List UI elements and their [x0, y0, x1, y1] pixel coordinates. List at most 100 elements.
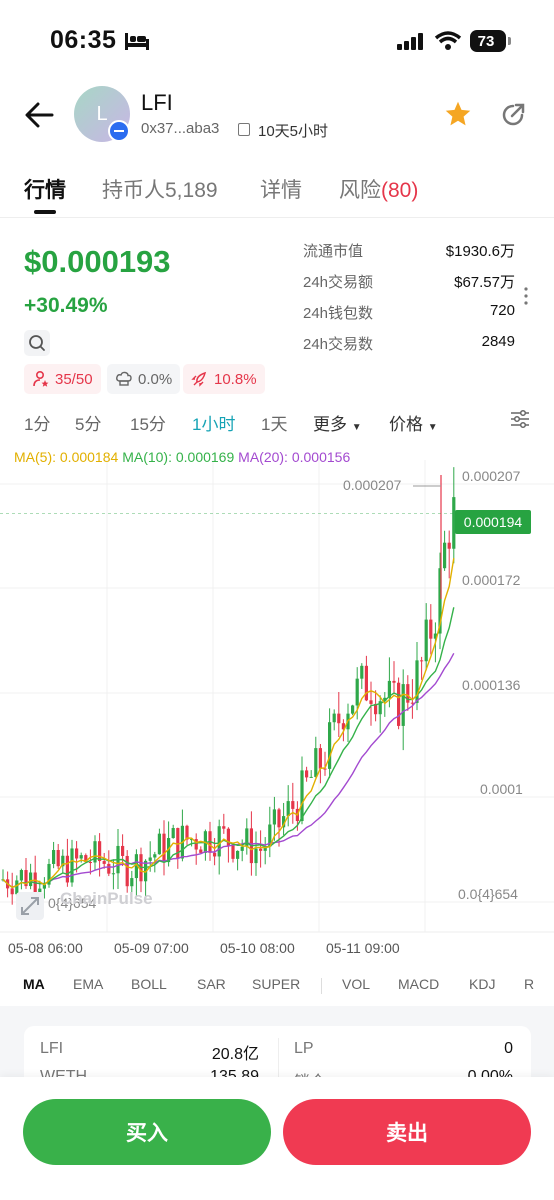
candle-body — [29, 872, 33, 887]
candle-body — [52, 850, 56, 864]
candle-body — [236, 850, 240, 859]
price-mode-dropdown[interactable]: 价格 ▼ — [389, 410, 438, 435]
chevron-down-icon: ▼ — [427, 422, 438, 433]
pool-token-label: LFI — [40, 1040, 64, 1057]
candle-body — [70, 848, 74, 883]
candle-body — [401, 684, 405, 726]
candle-body — [75, 848, 79, 859]
y-axis-label: 0.000172 — [462, 572, 521, 588]
candle-body — [291, 801, 295, 809]
interval-1d[interactable]: 1天 — [261, 410, 287, 435]
candle-body — [217, 826, 221, 857]
indicator-super[interactable]: SUPER — [252, 976, 300, 992]
pool-lp-label: LP — [294, 1040, 314, 1057]
stat-value: 720 — [489, 302, 515, 319]
interval-15m[interactable]: 15分 — [130, 410, 166, 435]
candle-body — [360, 665, 364, 679]
more-options-icon[interactable] — [524, 287, 528, 305]
dev-chip-value: 0.0% — [138, 370, 173, 388]
indicator-ema[interactable]: EMA — [73, 976, 103, 992]
x-axis-label: 05-08 06:00 — [8, 940, 83, 956]
x-axis-label: 05-09 07:00 — [114, 940, 189, 956]
sell-button[interactable]: 卖出 — [283, 1099, 531, 1165]
indicator-vol[interactable]: VOL — [342, 976, 370, 992]
status-time: 06:35 — [50, 26, 117, 54]
candle-body — [309, 776, 313, 778]
ma10-value: MA(10): 0.000169 — [122, 449, 235, 465]
pool-token-value: 20.8亿 — [211, 1046, 259, 1063]
candle-body — [259, 848, 263, 851]
candle-body — [392, 680, 396, 683]
candle-body — [199, 849, 203, 853]
x-axis-label: 05-10 08:00 — [220, 940, 295, 956]
candle-body — [300, 770, 304, 822]
max-price-label: 0.000207 — [343, 477, 402, 493]
candle-body — [318, 748, 322, 769]
candle-body — [420, 660, 424, 662]
favorite-star-icon[interactable] — [444, 100, 472, 128]
candle-body — [337, 713, 341, 724]
expand-fullscreen-icon[interactable] — [16, 892, 44, 920]
candle-body — [162, 833, 166, 863]
avatar-letter: L — [96, 102, 108, 125]
candle-body — [397, 682, 401, 726]
status-bar: 06:35 73 — [0, 0, 554, 80]
top-holders-chip-value: 10.8% — [214, 370, 257, 388]
candle-body — [102, 861, 106, 864]
indicator-bar: MA EMA BOLL SAR SUPER VOL MACD KDJ R — [0, 966, 554, 1006]
candle-body — [157, 833, 161, 855]
candle-body — [98, 841, 102, 862]
chart-settings-icon[interactable] — [510, 408, 530, 430]
buy-button[interactable]: 买入 — [23, 1099, 271, 1165]
tab-risk[interactable]: 风险(80) — [339, 174, 418, 204]
chart-watermark: ChainPulse — [60, 889, 153, 908]
stat-row: 24h交易额 $67.57万 — [303, 271, 515, 293]
candle-body — [148, 857, 152, 861]
indicator-boll[interactable]: BOLL — [131, 976, 167, 992]
candle-body — [10, 888, 14, 895]
indicator-ma[interactable]: MA — [23, 976, 45, 992]
stat-label: 24h交易数 — [303, 336, 374, 353]
candle-body — [65, 855, 69, 883]
holders-chip[interactable]: 35/50 — [24, 364, 101, 394]
candle-body — [447, 542, 451, 549]
indicator-kdj[interactable]: KDJ — [469, 976, 495, 992]
candle-body — [240, 846, 244, 851]
interval-more-dropdown[interactable]: 更多 ▼ — [313, 410, 362, 435]
stat-label: 24h钱包数 — [303, 305, 374, 322]
interval-5m[interactable]: 5分 — [75, 410, 101, 435]
tab-active-indicator — [34, 210, 56, 214]
trade-action-bar: 买入 卖出 — [0, 1077, 554, 1200]
indicator-r[interactable]: R — [524, 976, 534, 992]
cellular-signal-icon — [397, 33, 423, 50]
top-holders-chip[interactable]: 10.8% — [183, 364, 265, 394]
chain-badge-icon — [108, 120, 130, 142]
tab-details[interactable]: 详情 — [260, 174, 302, 204]
tab-holders[interactable]: 持币人5,189 — [102, 174, 218, 204]
tab-market[interactable]: 行情 — [24, 174, 66, 204]
price-mode-label: 价格 — [389, 415, 423, 434]
candle-body — [171, 828, 175, 839]
price-chart[interactable]: MA(5): 0.000184 MA(10): 0.000169 MA(20):… — [0, 440, 554, 970]
candle-body — [121, 845, 125, 856]
search-button[interactable] — [24, 330, 50, 356]
chef-hat-icon — [116, 371, 132, 386]
candle-body — [231, 845, 235, 859]
stat-label: 流通市值 — [303, 243, 364, 260]
interval-1m[interactable]: 1分 — [24, 410, 50, 435]
user-star-icon — [33, 370, 49, 387]
back-arrow-icon[interactable] — [24, 100, 56, 130]
indicator-macd[interactable]: MACD — [398, 976, 439, 992]
interval-1h[interactable]: 1小时 — [192, 410, 235, 435]
y-axis-label: 0.0{4}654 — [458, 886, 518, 902]
indicator-sar[interactable]: SAR — [197, 976, 226, 992]
copy-icon[interactable] — [238, 123, 250, 136]
candle-body — [254, 848, 258, 864]
share-icon[interactable] — [500, 102, 526, 128]
dev-chip[interactable]: 0.0% — [107, 364, 181, 394]
stat-row: 24h交易数 2849 — [303, 333, 515, 355]
x-axis-label: 05-11 09:00 — [326, 940, 400, 956]
candle-body — [355, 678, 359, 706]
candle-body — [125, 855, 129, 887]
candle-body — [286, 801, 290, 817]
